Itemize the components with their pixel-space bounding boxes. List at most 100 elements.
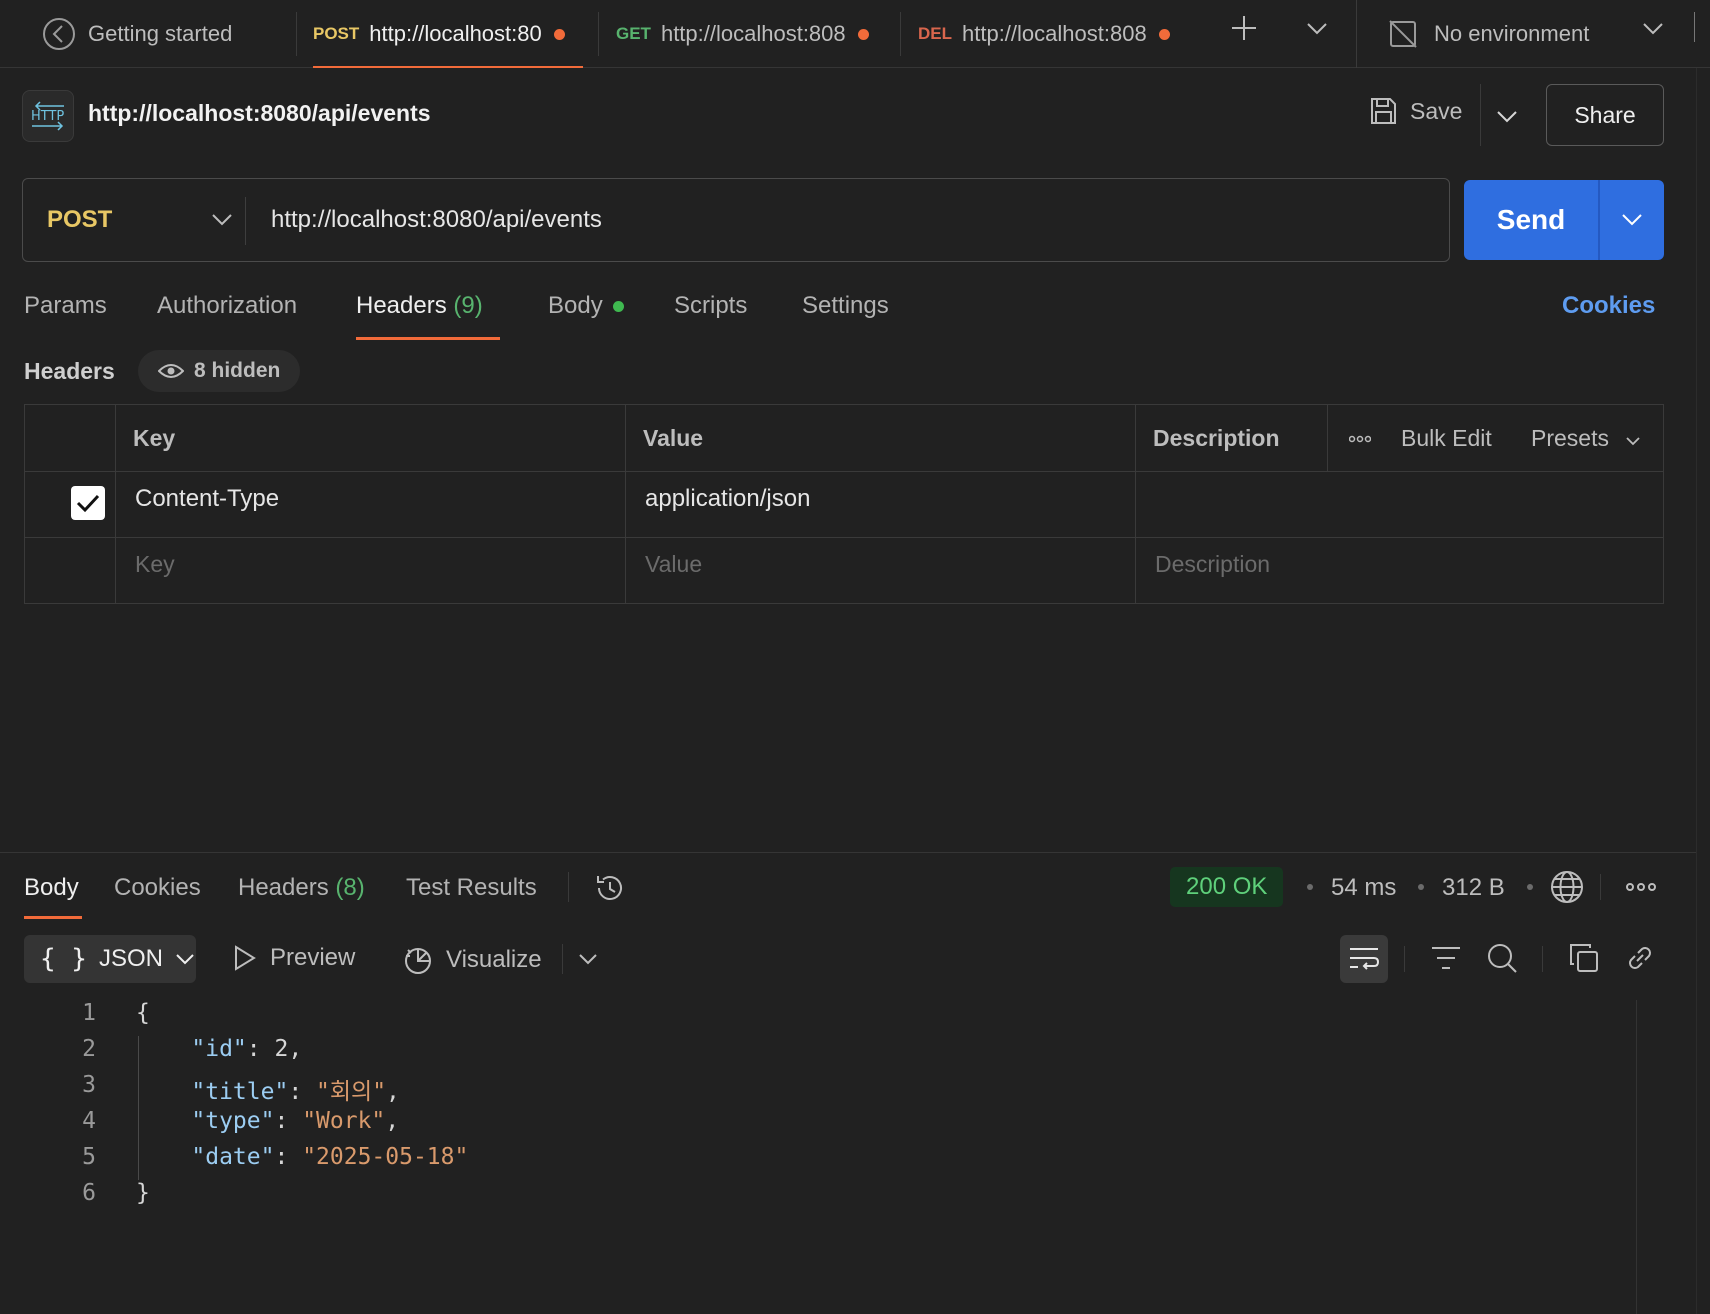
send-options-chevron-icon[interactable] [1620, 208, 1644, 230]
save-options-chevron-icon[interactable] [1496, 106, 1518, 126]
globe-icon[interactable] [1550, 870, 1584, 904]
response-more-icon[interactable] [1626, 882, 1656, 892]
new-tab-plus-icon[interactable] [1230, 14, 1258, 42]
visualize-icon [402, 944, 434, 976]
share-button[interactable]: Share [1546, 84, 1664, 146]
tab-body-label: Body [548, 292, 603, 319]
table-col-divider [625, 405, 626, 603]
search-icon[interactable] [1486, 942, 1518, 974]
visualize-label: Visualize [446, 946, 542, 973]
tabs-dropdown-chevron-icon[interactable] [1306, 18, 1328, 38]
code-line: } [136, 1180, 150, 1206]
code-token: "2025-05-18" [302, 1144, 469, 1170]
hidden-count-label: 8 hidden [194, 359, 281, 382]
column-header-key: Key [133, 425, 176, 451]
response-tab-divider [568, 872, 569, 902]
play-icon [232, 944, 258, 972]
history-icon[interactable] [594, 872, 626, 904]
table-col-divider [1135, 405, 1136, 603]
save-button[interactable]: Save [1368, 96, 1462, 126]
cookies-link[interactable]: Cookies [1562, 292, 1655, 320]
tab-divider [598, 12, 599, 56]
tab-getting-started[interactable]: Getting started [42, 0, 232, 68]
format-selector[interactable]: { } JSON [24, 935, 196, 983]
code-token: "Work" [302, 1108, 386, 1134]
wrap-lines-button[interactable] [1340, 935, 1388, 983]
response-size[interactable]: 312 B [1442, 874, 1505, 902]
tab-post-request[interactable]: POST http://localhost:80 [313, 0, 583, 68]
toolbar-divider [1404, 946, 1405, 972]
tab-method: POST [313, 24, 360, 43]
line-number: 2 [82, 1036, 96, 1062]
response-divider[interactable] [0, 852, 1696, 853]
tab-scripts[interactable]: Scripts [674, 292, 747, 320]
table-col-divider [115, 405, 116, 603]
request-title[interactable]: http://localhost:8080/api/events [88, 100, 431, 127]
tab-url: http://localhost:808 [962, 21, 1147, 46]
tab-authorization[interactable]: Authorization [157, 292, 297, 320]
response-tab-test-results[interactable]: Test Results [406, 874, 537, 902]
tab-get-request[interactable]: GET http://localhost:808 [616, 0, 869, 68]
line-number: 6 [82, 1180, 96, 1206]
bulk-edit-button[interactable]: Bulk Edit [1401, 425, 1492, 452]
meta-divider [1600, 874, 1601, 900]
hidden-headers-toggle[interactable]: 8 hidden [138, 350, 301, 392]
header-value-cell[interactable]: application/json [645, 485, 810, 513]
wrap-lines-icon [1348, 946, 1380, 972]
code-token: "type" [191, 1108, 275, 1134]
preview-button[interactable]: Preview [232, 944, 355, 972]
environment-chevron-icon[interactable] [1642, 18, 1664, 38]
no-environment-icon [1388, 19, 1418, 49]
save-icon [1368, 96, 1398, 126]
url-input[interactable]: http://localhost:8080/api/events [271, 179, 602, 261]
new-header-value-input[interactable]: Value [645, 551, 702, 578]
response-tab-cookies[interactable]: Cookies [114, 874, 201, 902]
line-number: 1 [82, 1000, 96, 1026]
line-number: 3 [82, 1072, 96, 1098]
copy-icon[interactable] [1568, 942, 1600, 974]
code-token: , [386, 1079, 400, 1105]
visualize-button[interactable]: Visualize [402, 944, 542, 976]
method-selector[interactable]: POST [47, 179, 112, 261]
more-options-icon[interactable] [1349, 435, 1371, 443]
filter-icon[interactable] [1430, 944, 1462, 972]
method-chevron-icon[interactable] [211, 209, 233, 229]
tab-divider [900, 12, 901, 56]
code-token: : [274, 1108, 303, 1134]
tab-url: http://localhost:80 [369, 21, 542, 46]
url-bar: POST http://localhost:8080/api/events [22, 178, 1450, 262]
visualize-chevron-icon[interactable] [578, 950, 598, 968]
presets-chevron-icon[interactable] [1625, 435, 1641, 447]
new-header-key-input[interactable]: Key [135, 551, 175, 578]
presets-dropdown[interactable]: Presets [1531, 425, 1609, 452]
code-line: "date": "2025-05-18" [136, 1144, 468, 1170]
tab-body[interactable]: Body [548, 292, 624, 320]
code-token: : [274, 1144, 303, 1170]
meta-separator-dot [1527, 884, 1533, 890]
tab-settings[interactable]: Settings [802, 292, 889, 320]
toolbar-divider [562, 944, 563, 974]
code-token: , [385, 1108, 400, 1134]
status-badge[interactable]: 200 OK [1170, 867, 1284, 907]
new-header-description-input[interactable]: Description [1155, 551, 1270, 578]
toolbar-divider [1542, 946, 1543, 972]
environment-selector[interactable]: No environment [1388, 0, 1589, 68]
header-enabled-checkbox[interactable] [71, 486, 105, 520]
send-button[interactable]: Send [1464, 180, 1598, 260]
link-icon[interactable] [1624, 942, 1656, 974]
tab-label: Getting started [88, 21, 233, 46]
save-label: Save [1410, 97, 1463, 124]
response-tab-headers[interactable]: Headers (8) [238, 874, 365, 902]
tab-delete-request[interactable]: DEL http://localhost:808 [918, 0, 1170, 68]
tab-headers[interactable]: Headers (9) [356, 292, 483, 320]
url-divider [245, 197, 246, 245]
table-row-divider [25, 471, 1663, 472]
response-time[interactable]: 54 ms [1331, 874, 1396, 902]
unsaved-dot-icon [857, 28, 869, 40]
response-tab-body[interactable]: Body [24, 874, 79, 902]
header-key-cell[interactable]: Content-Type [135, 485, 279, 513]
tab-params[interactable]: Params [24, 292, 107, 320]
tab-method: DEL [918, 24, 952, 43]
